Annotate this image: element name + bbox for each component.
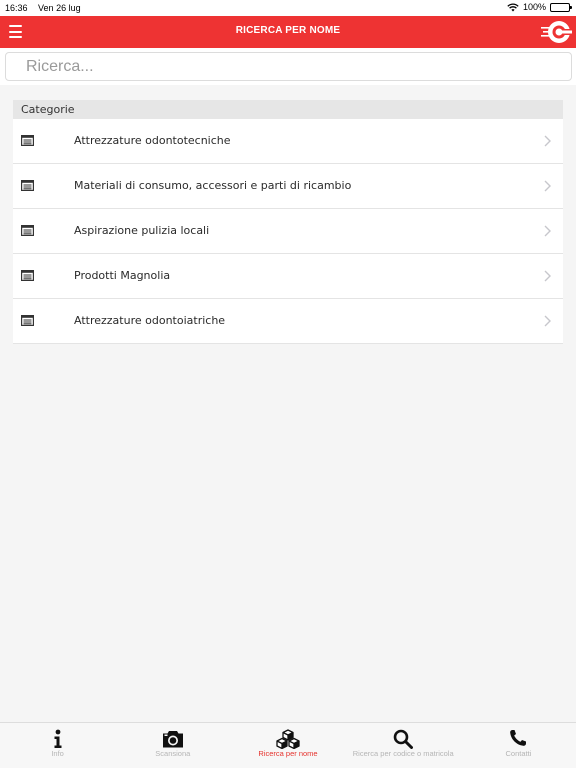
tab-search-by-code[interactable]: Ricerca per codice o matricola bbox=[346, 723, 461, 768]
chevron-right-icon bbox=[544, 180, 551, 192]
camera-icon bbox=[162, 731, 183, 748]
list-icon bbox=[21, 270, 34, 281]
list-icon bbox=[21, 315, 34, 326]
list-item-label: Prodotti Magnolia bbox=[74, 269, 171, 282]
search-bar bbox=[0, 48, 576, 85]
list-item[interactable]: Materiali di consumo, accessori e parti … bbox=[13, 164, 563, 209]
nav-bar: RICERCA PER NOME bbox=[0, 16, 576, 48]
section-header: Categorie bbox=[13, 100, 563, 119]
list-item[interactable]: Attrezzature odontotecniche bbox=[13, 119, 563, 164]
battery-percent: 100% bbox=[522, 2, 546, 12]
list-item-label: Aspirazione pulizia locali bbox=[74, 224, 210, 237]
chevron-right-icon bbox=[544, 270, 551, 282]
status-time: 16:36 bbox=[5, 3, 28, 13]
battery-icon bbox=[550, 2, 572, 12]
search-input[interactable] bbox=[5, 52, 572, 81]
boxes-icon bbox=[276, 729, 300, 749]
chevron-right-icon bbox=[544, 225, 551, 237]
tab-label: Ricerca per codice o matricola bbox=[352, 749, 454, 758]
tab-contacts[interactable]: Contatti bbox=[461, 723, 576, 768]
tab-bar: Info Scansiona Ricerca per nome Ricerca … bbox=[0, 722, 576, 768]
tab-label: Contatti bbox=[505, 749, 532, 758]
brand-logo bbox=[541, 21, 572, 43]
status-right: 100% bbox=[507, 2, 572, 12]
chevron-right-icon bbox=[544, 315, 551, 327]
list-item-label: Materiali di consumo, accessori e parti … bbox=[74, 179, 352, 192]
list-icon bbox=[21, 180, 34, 191]
list-icon bbox=[21, 225, 34, 236]
list-item[interactable]: Prodotti Magnolia bbox=[13, 254, 563, 299]
info-icon bbox=[54, 729, 62, 748]
tab-label: Ricerca per nome bbox=[258, 749, 318, 758]
tab-search-by-name[interactable]: Ricerca per nome bbox=[230, 723, 345, 768]
phone-icon bbox=[510, 730, 527, 746]
tab-info[interactable]: Info bbox=[0, 723, 115, 768]
tab-scan[interactable]: Scansiona bbox=[115, 723, 230, 768]
category-list: Attrezzature odontotecniche Materiali di… bbox=[13, 119, 563, 344]
list-item[interactable]: Attrezzature odontoiatriche bbox=[13, 299, 563, 344]
status-date: Ven 26 lug bbox=[38, 3, 81, 13]
search-icon bbox=[393, 729, 414, 749]
status-bar: 16:36 Ven 26 lug 100% bbox=[0, 0, 576, 16]
list-item-label: Attrezzature odontotecniche bbox=[74, 134, 231, 147]
tab-label: Scansiona bbox=[155, 749, 191, 758]
page-title: RICERCA PER NOME bbox=[235, 25, 341, 36]
tab-label: Info bbox=[51, 749, 64, 758]
list-item-label: Attrezzature odontoiatriche bbox=[74, 314, 226, 327]
chevron-right-icon bbox=[544, 135, 551, 147]
list-icon bbox=[21, 135, 34, 146]
status-left: 16:36 Ven 26 lug bbox=[5, 3, 89, 13]
wifi-icon bbox=[507, 2, 519, 12]
list-item[interactable]: Aspirazione pulizia locali bbox=[13, 209, 563, 254]
